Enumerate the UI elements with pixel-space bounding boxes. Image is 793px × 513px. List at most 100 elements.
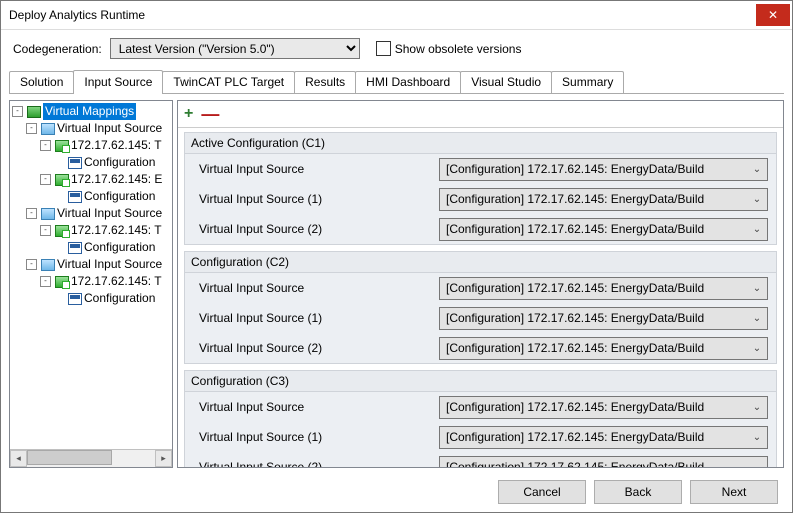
config-icon: [68, 242, 82, 254]
config-value: [Configuration] 172.17.62.145: EnergyDat…: [446, 400, 704, 414]
expand-icon[interactable]: -: [26, 259, 37, 270]
row-label: Virtual Input Source: [199, 281, 439, 295]
tab-visual-studio[interactable]: Visual Studio: [460, 71, 552, 93]
codegen-select[interactable]: Latest Version ("Version 5.0"): [110, 38, 360, 59]
config-icon: [68, 157, 82, 169]
scroll-thumb[interactable]: [27, 450, 112, 465]
row-label: Virtual Input Source (1): [199, 311, 439, 325]
expand-icon[interactable]: -: [40, 140, 51, 151]
remove-button[interactable]: —: [201, 108, 219, 120]
source-icon: [41, 208, 55, 220]
config-select[interactable]: [Configuration] 172.17.62.145: EnergyDat…: [439, 456, 768, 468]
tree-item[interactable]: 172.17.62.145: T: [71, 222, 162, 239]
obsolete-label: Show obsolete versions: [395, 42, 522, 56]
expand-icon[interactable]: -: [26, 208, 37, 219]
tree-item[interactable]: Configuration: [84, 239, 155, 256]
config-icon: [68, 293, 82, 305]
expand-icon[interactable]: -: [40, 225, 51, 236]
expand-icon[interactable]: -: [40, 276, 51, 287]
config-select[interactable]: [Configuration] 172.17.62.145: EnergyDat…: [439, 158, 768, 181]
tab-plc-target[interactable]: TwinCAT PLC Target: [162, 71, 295, 93]
tab-results[interactable]: Results: [294, 71, 356, 93]
config-value: [Configuration] 172.17.62.145: EnergyDat…: [446, 460, 704, 467]
group-header: Configuration (C3): [184, 370, 777, 392]
scroll-right-icon[interactable]: ▸: [155, 450, 172, 467]
tree-item[interactable]: 172.17.62.145: T: [71, 137, 162, 154]
tree-item[interactable]: Virtual Input Source: [57, 205, 162, 222]
tree-item[interactable]: 172.17.62.145: T: [71, 273, 162, 290]
row-label: Virtual Input Source (2): [199, 222, 439, 236]
titlebar: Deploy Analytics Runtime ✕: [1, 1, 792, 30]
next-button[interactable]: Next: [690, 480, 778, 504]
row-label: Virtual Input Source (1): [199, 192, 439, 206]
config-row: Virtual Input Source (2)[Configuration] …: [185, 452, 776, 467]
tab-input-source[interactable]: Input Source: [73, 70, 163, 94]
config-icon: [68, 191, 82, 203]
codegen-bar: Codegeneration: Latest Version ("Version…: [1, 30, 792, 69]
config-select[interactable]: [Configuration] 172.17.62.145: EnergyDat…: [439, 188, 768, 211]
tree-item[interactable]: Virtual Input Source: [57, 256, 162, 273]
tree-item[interactable]: 172.17.62.145: E: [71, 171, 162, 188]
config-select[interactable]: [Configuration] 172.17.62.145: EnergyDat…: [439, 426, 768, 449]
source-icon: [41, 259, 55, 271]
tab-solution[interactable]: Solution: [9, 71, 74, 93]
group-header: Configuration (C2): [184, 251, 777, 273]
add-button[interactable]: +: [184, 105, 193, 123]
obsolete-checkbox[interactable]: Show obsolete versions: [376, 41, 522, 56]
tree-h-scrollbar[interactable]: ◂ ▸: [10, 449, 172, 467]
tab-strip: Solution Input Source TwinCAT PLC Target…: [1, 69, 792, 93]
chevron-down-icon: ⌄: [749, 283, 765, 294]
panel-toolbar: + —: [178, 101, 783, 128]
endpoint-icon: [55, 225, 69, 237]
chevron-down-icon: ⌄: [749, 224, 765, 235]
config-row: Virtual Input Source[Configuration] 172.…: [185, 273, 776, 303]
config-value: [Configuration] 172.17.62.145: EnergyDat…: [446, 341, 704, 355]
config-value: [Configuration] 172.17.62.145: EnergyDat…: [446, 311, 704, 325]
config-select[interactable]: [Configuration] 172.17.62.145: EnergyDat…: [439, 218, 768, 241]
expand-icon[interactable]: -: [26, 123, 37, 134]
expand-icon[interactable]: -: [40, 174, 51, 185]
scroll-track[interactable]: [27, 450, 155, 467]
config-select[interactable]: [Configuration] 172.17.62.145: EnergyDat…: [439, 337, 768, 360]
tree-root[interactable]: Virtual Mappings: [43, 103, 136, 120]
cancel-button[interactable]: Cancel: [498, 480, 586, 504]
config-select[interactable]: [Configuration] 172.17.62.145: EnergyDat…: [439, 396, 768, 419]
tree-item[interactable]: Configuration: [84, 290, 155, 307]
config-panel: + — Active Configuration (C1)Virtual Inp…: [177, 100, 784, 468]
row-label: Virtual Input Source (1): [199, 430, 439, 444]
tree[interactable]: -Virtual Mappings -Virtual Input Source …: [10, 101, 172, 449]
chevron-down-icon: ⌄: [749, 313, 765, 324]
chevron-down-icon: ⌄: [749, 432, 765, 443]
chevron-down-icon: ⌄: [749, 164, 765, 175]
footer: Cancel Back Next: [1, 472, 792, 512]
config-value: [Configuration] 172.17.62.145: EnergyDat…: [446, 430, 704, 444]
row-label: Virtual Input Source: [199, 162, 439, 176]
scroll-left-icon[interactable]: ◂: [10, 450, 27, 467]
chevron-down-icon: ⌄: [749, 343, 765, 354]
config-value: [Configuration] 172.17.62.145: EnergyDat…: [446, 162, 704, 176]
tab-summary[interactable]: Summary: [551, 71, 624, 93]
config-select[interactable]: [Configuration] 172.17.62.145: EnergyDat…: [439, 307, 768, 330]
config-select[interactable]: [Configuration] 172.17.62.145: EnergyDat…: [439, 277, 768, 300]
close-button[interactable]: ✕: [756, 4, 790, 26]
window-title: Deploy Analytics Runtime: [9, 8, 756, 22]
row-label: Virtual Input Source: [199, 400, 439, 414]
tree-item[interactable]: Virtual Input Source: [57, 120, 162, 137]
chevron-down-icon: ⌄: [749, 462, 765, 468]
expand-icon[interactable]: -: [12, 106, 23, 117]
source-icon: [41, 123, 55, 135]
config-value: [Configuration] 172.17.62.145: EnergyDat…: [446, 192, 704, 206]
config-row: Virtual Input Source (1) [Configuration] …: [185, 184, 776, 214]
config-row: Virtual Input Source (2) [Configuration] …: [185, 214, 776, 244]
tree-item[interactable]: Configuration: [84, 154, 155, 171]
endpoint-icon: [55, 276, 69, 288]
config-value: [Configuration] 172.17.62.145: EnergyDat…: [446, 222, 704, 236]
tree-item[interactable]: Configuration: [84, 188, 155, 205]
group-rows: Virtual Input Source[Configuration] 172.…: [184, 273, 777, 364]
config-row: Virtual Input Source (1) [Configuration] …: [185, 422, 776, 452]
config-group: Configuration (C2)Virtual Input Source[C…: [184, 251, 777, 364]
checkbox-box-icon: [376, 41, 391, 56]
config-row: Virtual Input Source (2)[Configuration] …: [185, 333, 776, 363]
back-button[interactable]: Back: [594, 480, 682, 504]
tab-hmi-dashboard[interactable]: HMI Dashboard: [355, 71, 461, 93]
